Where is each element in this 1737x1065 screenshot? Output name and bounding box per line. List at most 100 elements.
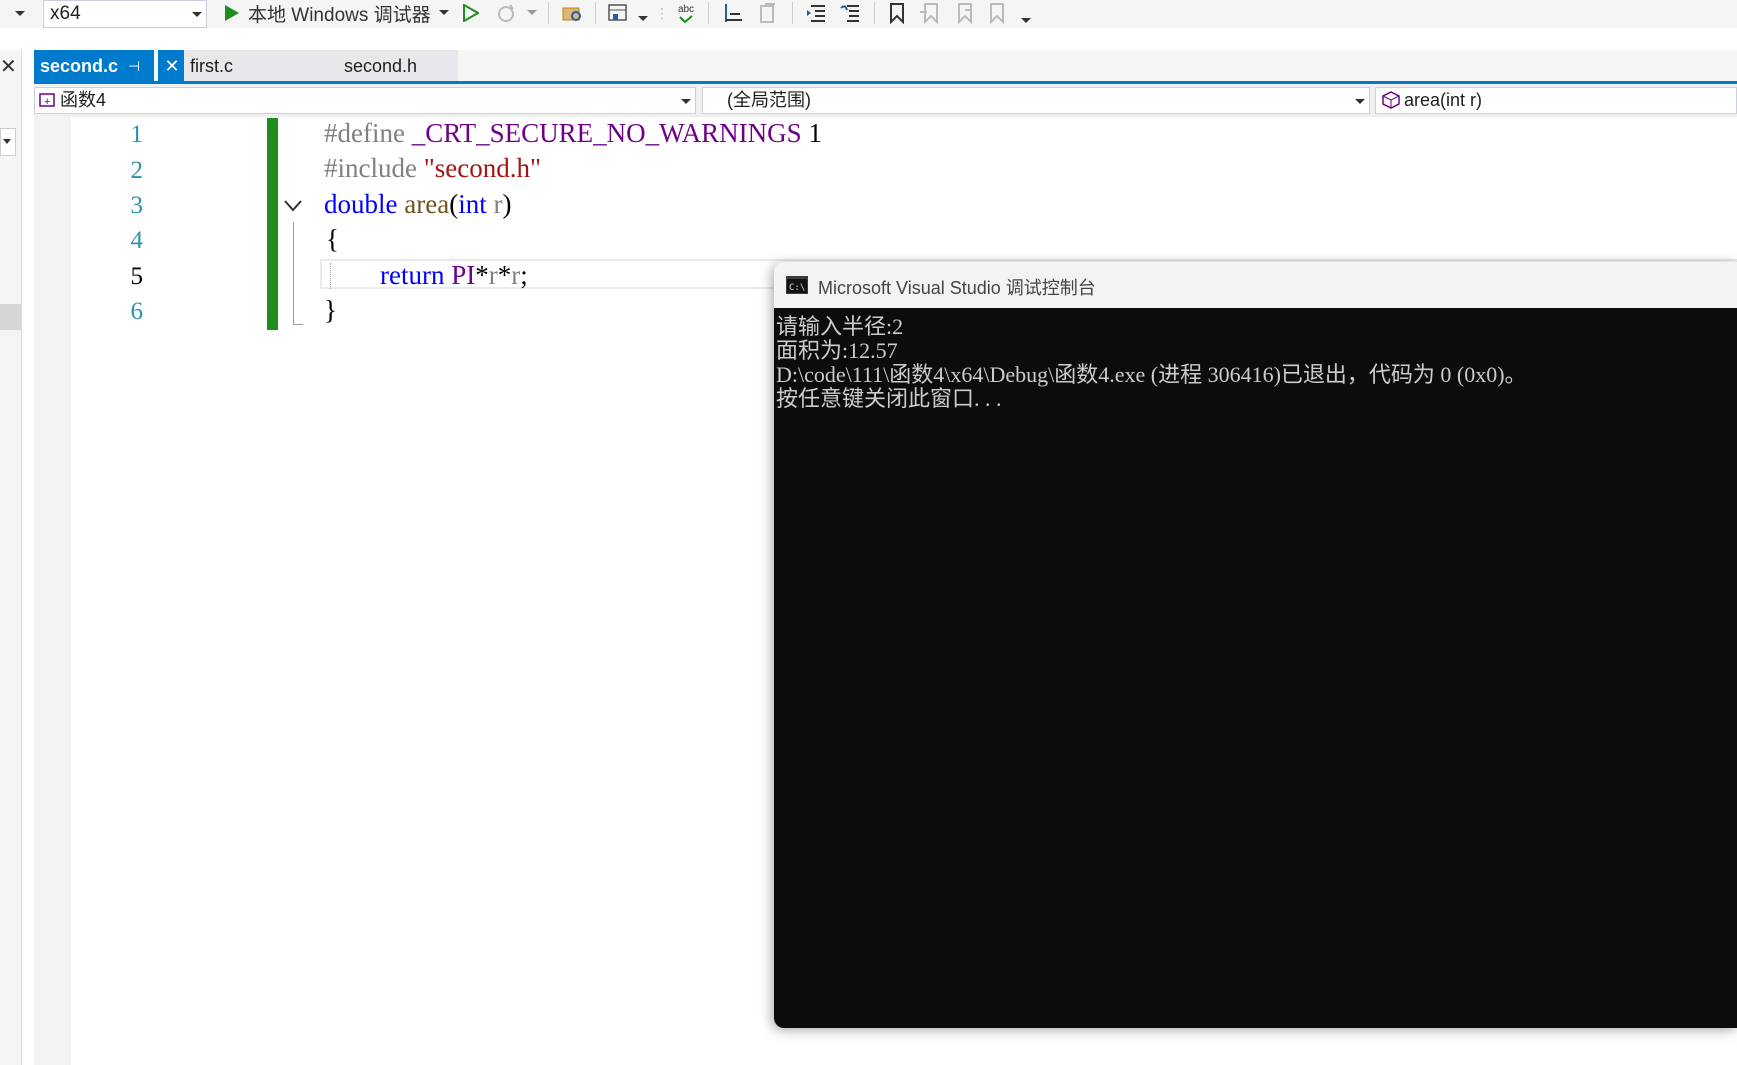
clear-bookmark-button[interactable] (984, 0, 1010, 26)
toolbar: x64 本地 Windows 调试器 ⋮ abc (0, 0, 1737, 28)
operator: * (497, 260, 512, 290)
chevron-down-icon (15, 11, 25, 16)
tab-second-h[interactable]: second.h (308, 50, 458, 82)
start-debug-button[interactable]: 本地 Windows 调试器 (222, 0, 442, 26)
tab-label: second.h (344, 56, 418, 76)
code-line-3[interactable]: double area(int r) (324, 189, 511, 220)
code-line-2[interactable]: #include "second.h" (324, 153, 541, 184)
preprocessor-directive: #include (324, 153, 417, 183)
comment-button[interactable] (754, 0, 782, 26)
method-cube-icon (1382, 91, 1400, 109)
code-line-5[interactable]: return PI*r*r; (380, 260, 528, 291)
solution-explorer-edge: ✕ (0, 50, 22, 1065)
macro-value: 1 (808, 118, 822, 148)
step-button[interactable] (719, 0, 747, 26)
toolbar-separator (792, 2, 793, 24)
chevron-down-icon (3, 139, 11, 144)
code-line-6[interactable]: } (324, 295, 337, 326)
step-icon (725, 4, 742, 22)
bookmark-icon (890, 3, 904, 24)
hot-reload-dropdown-icon[interactable] (527, 10, 537, 15)
member-dropdown[interactable]: area(int r) (1375, 87, 1737, 114)
comment-icon (760, 3, 775, 23)
preprocessor-directive: #define (324, 118, 405, 148)
hot-reload-icon (498, 4, 514, 22)
next-bookmark-icon (958, 3, 972, 24)
line-number: 4 (130, 227, 144, 254)
navigation-bar: + 函数4 (全局范围) area(int r) (34, 84, 1737, 117)
scope-dropdown[interactable]: (全局范围) (702, 87, 1370, 114)
outdent-icon (840, 5, 859, 22)
bookmark-button[interactable] (884, 0, 910, 26)
line-number-current: 5 (130, 263, 144, 290)
chevron-down-icon (192, 12, 202, 17)
line-number: 1 (130, 121, 144, 148)
indent-icon (807, 5, 825, 22)
run-label: 本地 Windows 调试器 (248, 4, 431, 26)
parameter: r (488, 260, 498, 290)
line-number: 2 (130, 157, 144, 184)
code-line-1[interactable]: #define _CRT_SECURE_NO_WARNINGS 1 (324, 118, 822, 149)
punctuation: ; (520, 260, 528, 290)
spell-check-icon: abc (677, 3, 695, 15)
start-without-debug-button[interactable] (458, 0, 482, 26)
brace: { (326, 224, 339, 254)
indicator-margin (34, 117, 71, 1065)
close-icon[interactable]: ✕ (0, 54, 17, 79)
code-line-4[interactable]: { (326, 224, 339, 255)
line-number: 3 (130, 192, 144, 219)
fold-guide (293, 222, 294, 325)
clear-bookmark-icon (990, 3, 1004, 24)
console-line: 按任意键关闭此窗口. . . (776, 386, 1002, 411)
chevron-down-icon (681, 99, 691, 104)
pane-selection (0, 304, 21, 330)
tab-second-c[interactable]: second.c ⊣ ✕ (34, 50, 186, 82)
run-dropdown-icon[interactable] (439, 10, 449, 15)
project-icon: + (39, 93, 55, 108)
project-name: 函数4 (60, 90, 107, 110)
toolbar-separator (595, 2, 596, 24)
outdent-button[interactable] (836, 0, 864, 26)
indent-guide (330, 263, 331, 289)
prev-bookmark-button[interactable] (916, 0, 942, 26)
grip-icon: ⋮ (655, 4, 669, 21)
keyword: int (458, 189, 487, 219)
console-title: Microsoft Visual Studio 调试控制台 (818, 278, 1096, 298)
include-path: "second.h" (423, 153, 542, 183)
indent-button[interactable] (802, 0, 830, 26)
console-app-icon: C:\ (786, 276, 808, 294)
member-name: area(int r) (1404, 90, 1483, 110)
debug-console-window[interactable]: C:\ Microsoft Visual Studio 调试控制台 请输入半径:… (774, 262, 1737, 1028)
tab-label: first.c (190, 56, 233, 76)
pin-icon[interactable]: ⊣ (128, 50, 140, 82)
console-title-bar[interactable]: C:\ Microsoft Visual Studio 调试控制台 (774, 262, 1737, 308)
prev-bookmark-icon (920, 3, 938, 24)
toolbar-separator (874, 2, 875, 24)
punctuation: ( (449, 189, 459, 219)
fold-collapse-icon[interactable] (283, 198, 305, 214)
document-tabs: second.c ⊣ ✕ first.c second.h (34, 50, 1737, 82)
function-name: area (404, 189, 450, 219)
browse-button[interactable] (604, 0, 632, 26)
platform-value: x64 (50, 3, 81, 24)
open-file-button[interactable] (558, 0, 586, 26)
operator: * (475, 260, 489, 290)
run-icon (225, 5, 239, 21)
start-without-debug-icon (463, 4, 479, 22)
browse-icon (608, 4, 627, 21)
change-tracking-bar (267, 118, 278, 330)
project-dropdown[interactable]: + 函数4 (34, 87, 696, 114)
toolbar-separator (708, 2, 709, 24)
platform-dropdown[interactable]: x64 (43, 0, 207, 28)
chevron-down-icon (1355, 99, 1365, 104)
config-dropdown[interactable] (0, 0, 30, 26)
hot-reload-button[interactable] (493, 0, 519, 26)
console-output[interactable]: 请输入半径:2 面积为:12.57 D:\code\111\函数4\x64\De… (774, 308, 1737, 1028)
tab-first-c[interactable]: first.c (184, 50, 308, 82)
spell-check-button[interactable]: abc (672, 0, 700, 26)
pane-dropdown[interactable] (0, 128, 16, 156)
parameter: r (511, 260, 521, 290)
next-bookmark-button[interactable] (950, 0, 976, 26)
toolbar-overflow-icon[interactable] (1021, 18, 1031, 23)
browse-dropdown-icon[interactable] (638, 16, 648, 21)
